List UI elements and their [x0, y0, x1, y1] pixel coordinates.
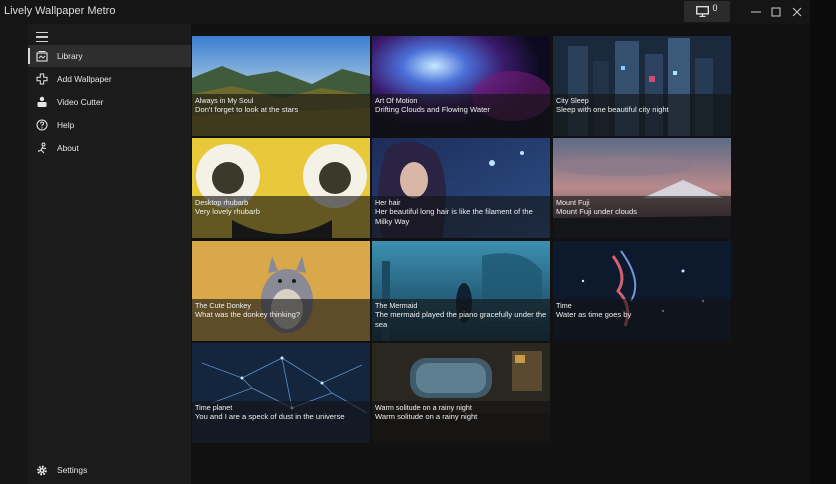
wallpaper-caption: Mount Fuji Mount Fuji under clouds	[553, 196, 731, 238]
wallpaper-title: Always in My Soul	[195, 96, 254, 105]
wallpaper-caption: The Mermaid The mermaid played the piano…	[372, 299, 550, 341]
help-icon	[36, 119, 48, 131]
wallpaper-description: You and I are a speck of dust in the uni…	[195, 412, 345, 421]
wallpaper-caption: Always in My Soul Don't forget to look a…	[192, 94, 370, 136]
sidebar-item-label: Settings	[57, 465, 88, 475]
sidebar-item-label: About	[57, 143, 79, 153]
sidebar-item-label: Add Wallpaper	[57, 74, 112, 84]
wallpaper-tile-time-planet[interactable]: Time planet You and I are a speck of dus…	[192, 343, 370, 443]
wallpaper-caption: Her hair Her beautiful long hair is like…	[372, 196, 550, 238]
wallpaper-caption: Desktop rhubarb Very lovely rhubarb	[192, 196, 370, 238]
wallpaper-title: The Cute Donkey	[195, 301, 251, 310]
sidebar-item-settings[interactable]: Settings	[28, 459, 191, 481]
sidebar-item-label: Help	[57, 120, 75, 130]
wallpaper-description: What was the donkey thinking?	[195, 310, 301, 319]
maximize-icon	[771, 7, 781, 17]
wallpaper-caption: City Sleep Sleep with one beautiful city…	[553, 94, 731, 136]
wallpaper-tile-desktop-rhubarb[interactable]: Desktop rhubarb Very lovely rhubarb	[192, 138, 370, 238]
sidebar-item-add-wallpaper[interactable]: Add Wallpaper	[28, 68, 191, 90]
wallpaper-description: Her beautiful long hair is like the fila…	[375, 207, 533, 226]
add-icon	[36, 73, 48, 85]
monitor-icon	[696, 6, 710, 17]
wallpaper-description: Very lovely rhubarb	[195, 207, 261, 216]
sidebar: Library Add Wallpaper Video Cutter Help	[28, 24, 191, 484]
wallpaper-tile-the-mermaid[interactable]: The Mermaid The mermaid played the piano…	[372, 241, 550, 341]
wallpaper-title: The Mermaid	[375, 301, 418, 310]
wallpaper-tile-always-in-my-soul[interactable]: Always in My Soul Don't forget to look a…	[192, 36, 370, 136]
sidebar-item-label: Video Cutter	[57, 97, 104, 107]
wallpaper-title: Time planet	[195, 403, 233, 412]
sidebar-item-library[interactable]: Library	[28, 45, 191, 67]
about-icon	[36, 142, 48, 154]
sidebar-item-about[interactable]: About	[28, 137, 191, 159]
screen-count: 0	[712, 2, 718, 13]
wallpaper-tile-her-hair[interactable]: Her hair Her beautiful long hair is like…	[372, 138, 550, 238]
wallpaper-title: City Sleep	[556, 96, 589, 105]
maximize-button[interactable]	[766, 3, 786, 21]
sidebar-item-label: Library	[57, 51, 83, 61]
wallpaper-title: Her hair	[375, 198, 401, 207]
gear-icon	[36, 464, 48, 476]
wallpaper-caption: Time planet You and I are a speck of dus…	[192, 401, 370, 443]
wallpaper-description: The mermaid played the piano gracefully …	[375, 310, 547, 329]
wallpaper-description: Mount Fuji under clouds	[556, 207, 638, 216]
wallpaper-title: Warm solitude on a rainy night	[375, 403, 472, 412]
wallpaper-description: Warm solitude on a rainy night	[375, 412, 478, 421]
minimize-button[interactable]	[746, 3, 766, 21]
title-bar[interactable]: Lively Wallpaper Metro 0	[0, 0, 810, 24]
wallpaper-title: Mount Fuji	[556, 198, 590, 207]
video-cutter-icon	[36, 96, 48, 108]
wallpaper-title: Art Of Motion	[375, 96, 418, 105]
wallpaper-title: Desktop rhubarb	[195, 198, 249, 207]
app-title: Lively Wallpaper Metro	[4, 5, 116, 17]
wallpaper-description: Water as time goes by	[556, 310, 632, 319]
sidebar-item-video-cutter[interactable]: Video Cutter	[28, 91, 191, 113]
wallpaper-title: Time	[556, 301, 572, 310]
wallpaper-library-grid: Always in My Soul Don't forget to look a…	[191, 24, 810, 484]
sidebar-item-help[interactable]: Help	[28, 114, 191, 136]
library-icon	[36, 50, 48, 62]
wallpaper-tile-art-of-motion[interactable]: Art Of Motion Drifting Clouds and Flowin…	[372, 36, 550, 136]
screen-select-button[interactable]: 0	[684, 1, 730, 22]
wallpaper-description: Don't forget to look at the stars	[195, 105, 299, 114]
wallpaper-caption: Art Of Motion Drifting Clouds and Flowin…	[372, 94, 550, 136]
close-button[interactable]	[787, 3, 807, 21]
minimize-icon	[751, 11, 761, 13]
menu-toggle-button[interactable]	[36, 32, 50, 44]
wallpaper-caption: The Cute Donkey What was the donkey thin…	[192, 299, 370, 341]
wallpaper-tile-warm-solitude[interactable]: Warm solitude on a rainy night Warm soli…	[372, 343, 550, 443]
wallpaper-description: Drifting Clouds and Flowing Water	[375, 105, 490, 114]
wallpaper-caption: Warm solitude on a rainy night Warm soli…	[372, 401, 550, 443]
app-window: Lively Wallpaper Metro 0 Library Add Wal…	[0, 0, 810, 484]
wallpaper-description: Sleep with one beautiful city night	[556, 105, 669, 114]
close-icon	[792, 7, 802, 17]
wallpaper-tile-mount-fuji[interactable]: Mount Fuji Mount Fuji under clouds	[553, 138, 731, 238]
wallpaper-caption: Time Water as time goes by	[553, 299, 731, 341]
wallpaper-tile-time[interactable]: Time Water as time goes by	[553, 241, 731, 341]
wallpaper-tile-the-cute-donkey[interactable]: The Cute Donkey What was the donkey thin…	[192, 241, 370, 341]
wallpaper-tile-city-sleep[interactable]: City Sleep Sleep with one beautiful city…	[553, 36, 731, 136]
hamburger-icon	[36, 32, 48, 34]
